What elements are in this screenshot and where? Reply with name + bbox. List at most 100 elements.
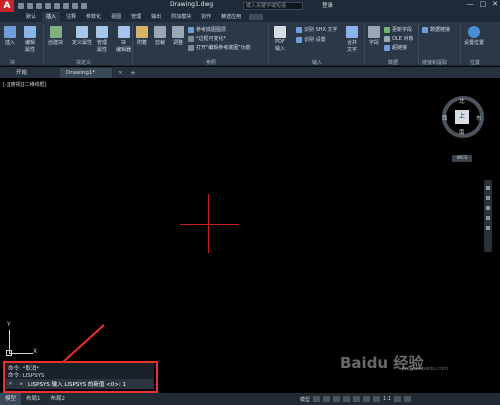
clip-button[interactable]: 剪裁: [154, 26, 166, 46]
ucs-x-label: X: [33, 348, 38, 355]
annotation-highlight-box: [3, 361, 158, 393]
tab-annotate[interactable]: 注释: [62, 12, 80, 22]
define-attribute-button[interactable]: 定义属性: [72, 26, 92, 46]
grid-icon[interactable]: [313, 396, 321, 402]
compass-west[interactable]: 西: [442, 114, 448, 122]
recognize-settings-button[interactable]: 识别 设置: [296, 36, 326, 43]
navigation-bar: [484, 180, 492, 252]
settings-icon: [296, 36, 302, 43]
data-link-button[interactable]: 数据链接: [422, 26, 450, 33]
manage-attribute-button[interactable]: 管理 属性: [96, 26, 108, 53]
block-editor-button[interactable]: 块 编辑器: [116, 26, 131, 53]
lineweight-icon[interactable]: [363, 396, 371, 402]
save-icon[interactable]: [36, 3, 42, 9]
redo-icon[interactable]: [72, 3, 78, 9]
hyperlink-button[interactable]: 超链接: [384, 44, 407, 51]
pan-icon[interactable]: [486, 196, 490, 200]
maximize-button[interactable]: □: [480, 0, 487, 8]
create-block-icon: [49, 26, 62, 38]
tab-view[interactable]: 视图: [107, 12, 125, 22]
field-button[interactable]: 字段: [368, 26, 380, 46]
compass-north[interactable]: 北: [459, 97, 465, 105]
viewcube-top-face[interactable]: 上: [455, 110, 469, 124]
pdf-import-button[interactable]: PDF 输入: [274, 26, 286, 52]
update-field-button[interactable]: 更新字段: [384, 26, 412, 33]
undo-icon[interactable]: [63, 3, 69, 9]
frames-dropdown[interactable]: *边框可变化*: [188, 35, 226, 42]
zoom-icon[interactable]: [486, 206, 490, 210]
showmotion-icon[interactable]: [486, 226, 490, 230]
tab-layout1[interactable]: 布局1: [21, 393, 46, 405]
insert-block-icon: [4, 26, 16, 38]
minimize-button[interactable]: —: [467, 0, 474, 8]
quick-access-toolbar: [18, 3, 87, 9]
share-icon[interactable]: [81, 3, 87, 9]
tab-collaborate[interactable]: 协作: [197, 12, 215, 22]
ribbon-toggle-button[interactable]: [249, 14, 264, 20]
field-icon: [368, 26, 380, 38]
tab-model[interactable]: 模型: [0, 393, 22, 405]
panel-label-reference: 参照: [206, 60, 217, 66]
compass-east[interactable]: 东: [476, 114, 482, 122]
orbit-icon[interactable]: [486, 216, 490, 220]
status-toggles: 模型 1:1: [300, 393, 412, 405]
osnap-icon[interactable]: [353, 396, 361, 402]
crosshair-vertical: [208, 194, 209, 253]
set-location-button[interactable]: 设置位置: [464, 26, 484, 46]
underlay-layers-button[interactable]: 参考底图图层: [188, 26, 226, 33]
tab-default[interactable]: 默认: [22, 12, 40, 22]
ortho-icon[interactable]: [333, 396, 341, 402]
adjust-icon: [172, 26, 184, 38]
compass-south[interactable]: 南: [459, 128, 465, 136]
snap-icon[interactable]: [323, 396, 331, 402]
merge-text-button[interactable]: 合并 文字: [346, 26, 358, 53]
ribbon-tab-bar: 默认 插入 注释 参数化 视图 管理 输出 附加模块 协作 精选应用: [0, 12, 500, 22]
reference-icon: [188, 44, 194, 51]
full-navigation-wheel-icon[interactable]: [486, 186, 490, 190]
wcs-menu[interactable]: WCS: [452, 155, 472, 162]
model-space-label[interactable]: 模型: [300, 396, 310, 403]
panel-label-block: 块: [10, 60, 16, 66]
tab-insert[interactable]: 插入: [42, 12, 61, 22]
open-icon[interactable]: [27, 3, 33, 9]
tab-layout2[interactable]: 布局2: [46, 393, 71, 405]
save-as-icon[interactable]: [45, 3, 51, 9]
watermark-url: jingyan.baidu.com: [402, 366, 449, 372]
polar-icon[interactable]: [343, 396, 351, 402]
globe-icon: [468, 26, 480, 38]
viewport-controls[interactable]: [-][俯视][二维线框]: [3, 81, 47, 88]
new-icon[interactable]: [18, 3, 24, 9]
annotation-scale[interactable]: 1:1: [383, 396, 391, 402]
adjust-button[interactable]: 调整: [172, 26, 184, 46]
tab-parametric[interactable]: 参数化: [82, 12, 105, 22]
login-button[interactable]: 登录: [322, 1, 333, 9]
transparency-icon[interactable]: [373, 396, 381, 402]
drawing-canvas[interactable]: [0, 78, 500, 358]
new-tab-button[interactable]: +: [124, 68, 142, 78]
customize-status-icon[interactable]: [404, 396, 412, 402]
search-input[interactable]: 键入关键字或短语: [243, 2, 303, 10]
workspace-gear-icon[interactable]: [394, 396, 402, 402]
edit-attribute-button[interactable]: 编辑 属性: [24, 26, 36, 53]
tab-start[interactable]: 开始: [10, 68, 33, 78]
close-window-button[interactable]: ✕: [492, 0, 498, 8]
ref-manager-button[interactable]: 打开"编辑参考底图"功能: [188, 44, 251, 51]
shx-icon: [296, 26, 302, 33]
hyperlink-icon: [384, 44, 390, 51]
insert-block-button[interactable]: 插入: [4, 26, 16, 46]
ole-object-button[interactable]: OLE 对象: [384, 35, 413, 42]
pdf-icon: [274, 26, 286, 38]
application-menu-button[interactable]: A: [0, 0, 14, 12]
panel-label-block-definition: 块定义: [76, 60, 92, 66]
document-title: Drawing1.dwg: [170, 1, 214, 8]
create-block-button[interactable]: 创建块: [48, 26, 63, 46]
tab-manage[interactable]: 管理: [127, 12, 145, 22]
tab-output[interactable]: 输出: [147, 12, 165, 22]
tab-drawing1[interactable]: Drawing1*: [60, 68, 112, 78]
tab-addins[interactable]: 附加模块: [167, 12, 195, 22]
attach-button[interactable]: 附着: [136, 26, 148, 46]
tab-featured-apps[interactable]: 精选应用: [217, 12, 245, 22]
recognize-shx-button[interactable]: 识别 SHX 文字: [296, 26, 338, 33]
update-icon: [384, 26, 390, 33]
print-icon[interactable]: [54, 3, 60, 9]
